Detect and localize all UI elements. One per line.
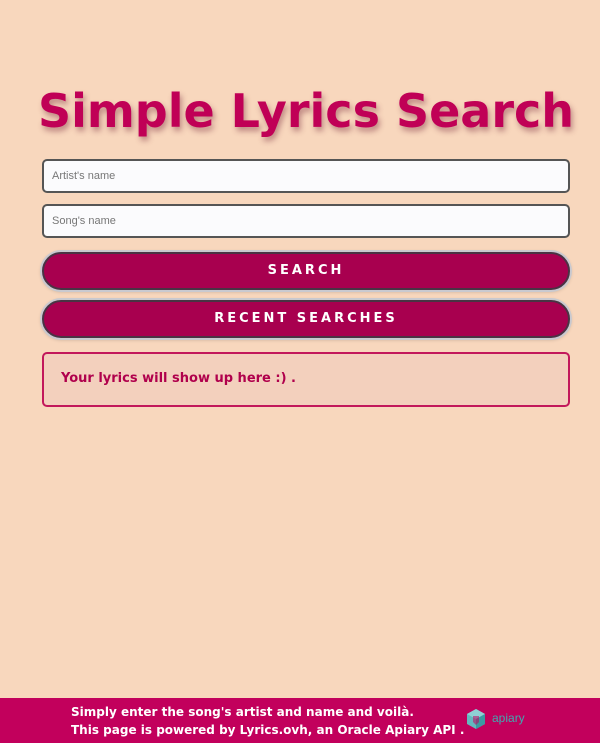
recent-searches-button[interactable]: RECENT SEARCHES: [42, 300, 570, 338]
footer: Simply enter the song's artist and name …: [0, 698, 600, 743]
footer-line-instructions: Simply enter the song's artist and name …: [71, 705, 414, 719]
search-button[interactable]: SEARCH: [42, 252, 570, 290]
apiary-logo-icon: [467, 709, 485, 729]
song-name-input[interactable]: [42, 204, 570, 238]
lyrics-placeholder-text: Your lyrics will show up here :) .: [61, 371, 296, 386]
artist-name-input[interactable]: [42, 159, 570, 193]
page-title: Simple Lyrics Search: [37, 84, 575, 138]
apiary-logo-text: apiary: [492, 711, 525, 725]
lyrics-output-box: Your lyrics will show up here :) .: [42, 352, 570, 407]
footer-text: Simply enter the song's artist and name …: [71, 703, 464, 739]
footer-line-credits: This page is powered by Lyrics.ovh, an O…: [71, 723, 465, 737]
apiary-logo[interactable]: apiary: [464, 707, 536, 731]
